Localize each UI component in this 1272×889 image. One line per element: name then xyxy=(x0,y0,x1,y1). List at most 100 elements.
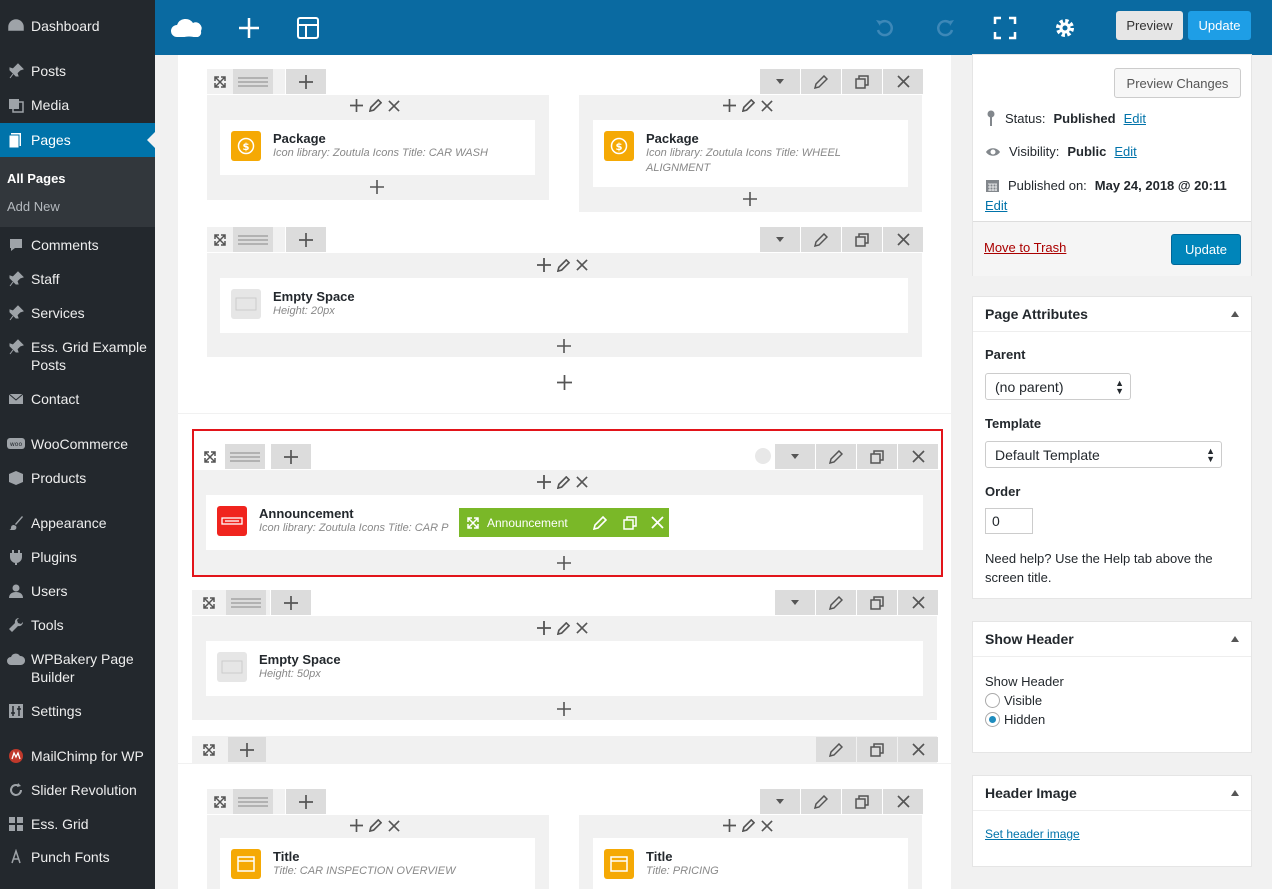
drag-handle-icon[interactable] xyxy=(233,69,273,94)
menu-services[interactable]: Services xyxy=(0,304,155,322)
element-package[interactable]: $ Package Icon library: Zoutula Icons Tit… xyxy=(220,120,535,175)
add-row-button[interactable] xyxy=(228,737,266,762)
wpbakery-logo-icon[interactable] xyxy=(169,12,207,44)
drag-handle-icon[interactable] xyxy=(233,227,273,252)
menu-products[interactable]: Products xyxy=(0,469,155,487)
menu-users[interactable]: Users xyxy=(0,582,155,600)
element-empty-space[interactable]: Empty Space Height: 50px xyxy=(206,641,923,696)
drag-handle-icon[interactable] xyxy=(233,789,273,814)
fullscreen-icon[interactable] xyxy=(989,12,1021,44)
row-edit-button[interactable] xyxy=(816,444,856,469)
add-column-button[interactable] xyxy=(271,590,311,615)
drag-handle-icon[interactable] xyxy=(226,590,266,615)
menu-ess-grid-example-posts[interactable]: Ess. Grid Example Posts xyxy=(0,338,150,374)
menu-pages[interactable]: Pages xyxy=(0,123,155,157)
row-toggle-button[interactable] xyxy=(775,444,815,469)
order-input[interactable]: 0 xyxy=(985,508,1033,534)
menu-mailchimp[interactable]: MailChimp for WP xyxy=(0,747,155,765)
add-column-button[interactable] xyxy=(286,69,326,94)
collapse-icon[interactable] xyxy=(1231,636,1239,642)
menu-staff[interactable]: Staff xyxy=(0,270,155,288)
menu-media[interactable]: Media xyxy=(0,96,155,114)
menu-wpbakery[interactable]: WPBakery Page Builder xyxy=(0,650,150,686)
row-toggle-button[interactable] xyxy=(760,69,800,94)
submenu-add-new[interactable]: Add New xyxy=(7,199,60,214)
row-clone-button[interactable] xyxy=(857,444,897,469)
add-column-button[interactable] xyxy=(286,227,326,252)
menu-plugins[interactable]: Plugins xyxy=(0,548,155,566)
expand-icon[interactable] xyxy=(192,590,226,615)
row-clone-button[interactable] xyxy=(842,69,882,94)
pencil-icon[interactable] xyxy=(585,515,615,530)
menu-posts[interactable]: Posts xyxy=(0,62,155,80)
edit-visibility-link[interactable]: Edit xyxy=(1114,144,1136,159)
add-element-plus-icon[interactable] xyxy=(557,702,571,716)
add-element-plus-icon[interactable] xyxy=(557,339,571,353)
show-header-header[interactable]: Show Header xyxy=(973,622,1251,657)
radio-button[interactable] xyxy=(985,693,1000,708)
update-button[interactable]: Update xyxy=(1171,234,1241,265)
section-edit-button[interactable] xyxy=(816,737,856,762)
copy-icon[interactable] xyxy=(615,515,645,530)
row-delete-button[interactable] xyxy=(898,590,938,615)
row-delete-button[interactable] xyxy=(883,789,923,814)
expand-icon[interactable] xyxy=(207,789,233,814)
parent-select[interactable]: (no parent) ▲ ▼ xyxy=(985,373,1131,400)
redo-icon[interactable] xyxy=(929,12,961,44)
row-toggle-button[interactable] xyxy=(760,227,800,252)
menu-woocommerce[interactable]: woo WooCommerce xyxy=(0,435,155,453)
preview-button[interactable]: Preview xyxy=(1116,11,1183,40)
radio-hidden[interactable]: Hidden xyxy=(985,712,1045,727)
add-column-button[interactable] xyxy=(271,444,311,469)
add-element-plus-icon[interactable] xyxy=(370,180,384,194)
edit-status-link[interactable]: Edit xyxy=(1124,111,1146,126)
close-icon[interactable] xyxy=(645,516,669,529)
row-toggle-button[interactable] xyxy=(760,789,800,814)
add-element-plus-icon[interactable] xyxy=(557,556,571,570)
menu-settings[interactable]: Settings xyxy=(0,702,155,720)
row-edit-button[interactable] xyxy=(801,789,841,814)
collapse-icon[interactable] xyxy=(1231,311,1239,317)
row-clone-button[interactable] xyxy=(857,590,897,615)
element-empty-space[interactable]: Empty Space Height: 20px xyxy=(220,278,908,333)
element-package[interactable]: $ Package Icon library: Zoutula Icons Tit… xyxy=(593,120,908,187)
element-title[interactable]: Title Title: CAR INSPECTION OVERVIEW xyxy=(220,838,535,889)
expand-icon[interactable] xyxy=(207,227,233,252)
edit-date-link[interactable]: Edit xyxy=(985,198,1007,213)
menu-appearance[interactable]: Appearance xyxy=(0,514,155,532)
menu-ess-grid[interactable]: Ess. Grid xyxy=(0,815,155,833)
row-edit-button[interactable] xyxy=(816,590,856,615)
move-to-trash-link[interactable]: Move to Trash xyxy=(984,240,1066,255)
radio-visible[interactable]: Visible xyxy=(985,693,1042,708)
section-delete-button[interactable] xyxy=(898,737,938,762)
collapse-icon[interactable] xyxy=(1231,790,1239,796)
menu-dashboard[interactable]: Dashboard xyxy=(0,17,155,35)
row-clone-button[interactable] xyxy=(842,227,882,252)
add-element-plus-icon[interactable] xyxy=(743,192,757,206)
menu-contact[interactable]: Contact xyxy=(0,390,155,408)
template-select[interactable]: Default Template ▲ ▼ xyxy=(985,441,1222,468)
undo-icon[interactable] xyxy=(869,12,901,44)
radio-button-checked[interactable] xyxy=(985,712,1000,727)
gear-icon[interactable] xyxy=(1049,12,1081,44)
row-delete-button[interactable] xyxy=(883,69,923,94)
row-delete-button[interactable] xyxy=(898,444,938,469)
preview-changes-button[interactable]: Preview Changes xyxy=(1114,68,1241,98)
section-expand-button[interactable] xyxy=(195,737,223,762)
row-delete-button[interactable] xyxy=(883,227,923,252)
row-clone-button[interactable] xyxy=(842,789,882,814)
submenu-all-pages[interactable]: All Pages xyxy=(7,171,66,186)
row-edit-button[interactable] xyxy=(801,227,841,252)
section-clone-button[interactable] xyxy=(857,737,897,762)
drag-handle-icon[interactable] xyxy=(225,444,265,469)
menu-slider-revolution[interactable]: Slider Revolution xyxy=(0,781,155,799)
header-image-header[interactable]: Header Image xyxy=(973,776,1251,811)
menu-comments[interactable]: Comments xyxy=(0,236,155,254)
element-title[interactable]: Title Title: PRICING xyxy=(593,838,908,889)
row-edit-button[interactable] xyxy=(801,69,841,94)
add-column-button[interactable] xyxy=(286,789,326,814)
move-icon[interactable] xyxy=(459,516,487,529)
menu-tools[interactable]: Tools xyxy=(0,616,155,634)
templates-icon[interactable] xyxy=(292,12,324,44)
add-row-plus-icon[interactable] xyxy=(557,375,572,390)
